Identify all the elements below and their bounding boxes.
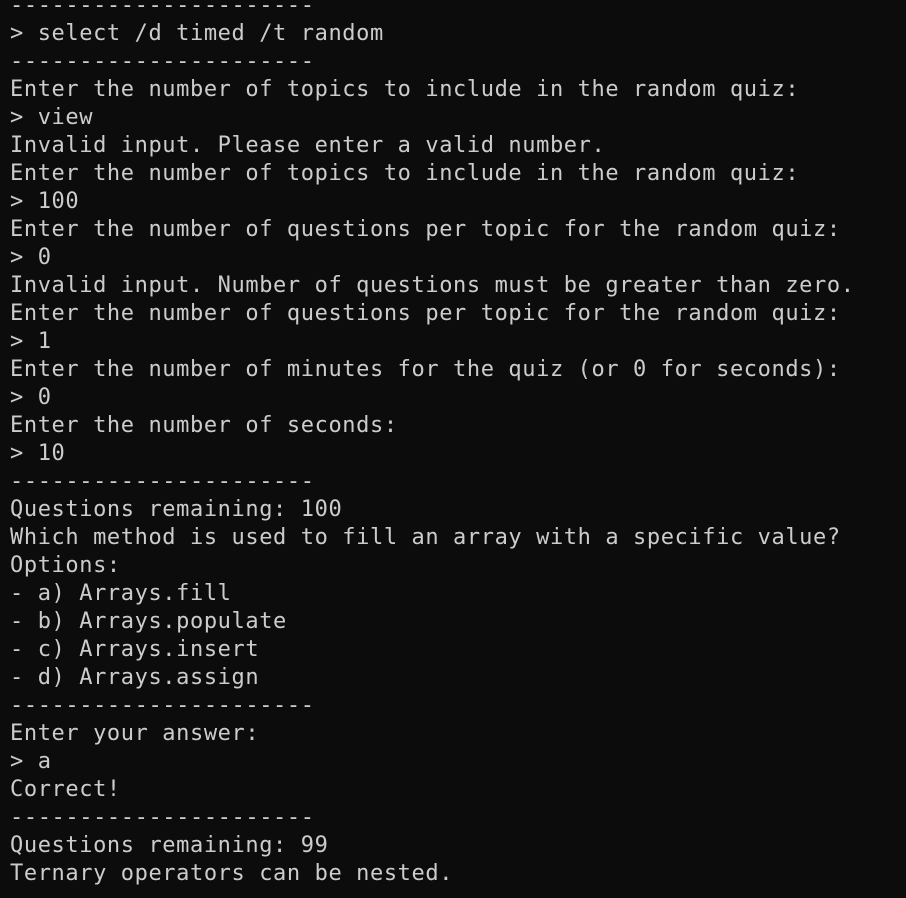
option-b-line: - b) Arrays.populate — [10, 609, 287, 634]
separator-line: ---------------------- — [10, 469, 315, 494]
prompt-line: Enter the number of topics to include in… — [10, 161, 800, 186]
terminal-output[interactable]: ---------------------- > select /d timed… — [0, 0, 906, 898]
separator-line: ---------------------- — [10, 0, 315, 18]
prompt-line: Enter the number of minutes for the quiz… — [10, 357, 841, 382]
questions-remaining-line: Questions remaining: 100 — [10, 497, 343, 522]
question-text-line: Which method is used to fill an array wi… — [10, 525, 841, 550]
separator-line: ---------------------- — [10, 693, 315, 718]
user-input-line: > 10 — [10, 441, 66, 466]
command-input-line: > select /d timed /t random — [10, 21, 384, 46]
error-message-line: Invalid input. Please enter a valid numb… — [10, 133, 606, 158]
error-message-line: Invalid input. Number of questions must … — [10, 273, 855, 298]
user-input-line: > 100 — [10, 189, 80, 214]
separator-line: ---------------------- — [10, 49, 315, 74]
user-input-line: > 0 — [10, 385, 52, 410]
options-header-line: Options: — [10, 553, 121, 578]
user-input-line: > a — [10, 749, 52, 774]
questions-remaining-line: Questions remaining: 99 — [10, 833, 329, 858]
prompt-line: Enter the number of topics to include in… — [10, 77, 800, 102]
option-c-line: - c) Arrays.insert — [10, 637, 260, 662]
user-input-line: > 1 — [10, 329, 52, 354]
prompt-line: Enter the number of questions per topic … — [10, 217, 841, 242]
question-text-line: Ternary operators can be nested. — [10, 861, 454, 886]
result-message-line: Correct! — [10, 777, 121, 802]
prompt-line: Enter your answer: — [10, 721, 260, 746]
user-input-line: > view — [10, 105, 94, 130]
separator-line: ---------------------- — [10, 805, 315, 830]
prompt-line: Enter the number of questions per topic … — [10, 301, 841, 326]
user-input-line: > 0 — [10, 245, 52, 270]
option-d-line: - d) Arrays.assign — [10, 665, 260, 690]
option-a-line: - a) Arrays.fill — [10, 581, 232, 606]
prompt-line: Enter the number of seconds: — [10, 413, 398, 438]
